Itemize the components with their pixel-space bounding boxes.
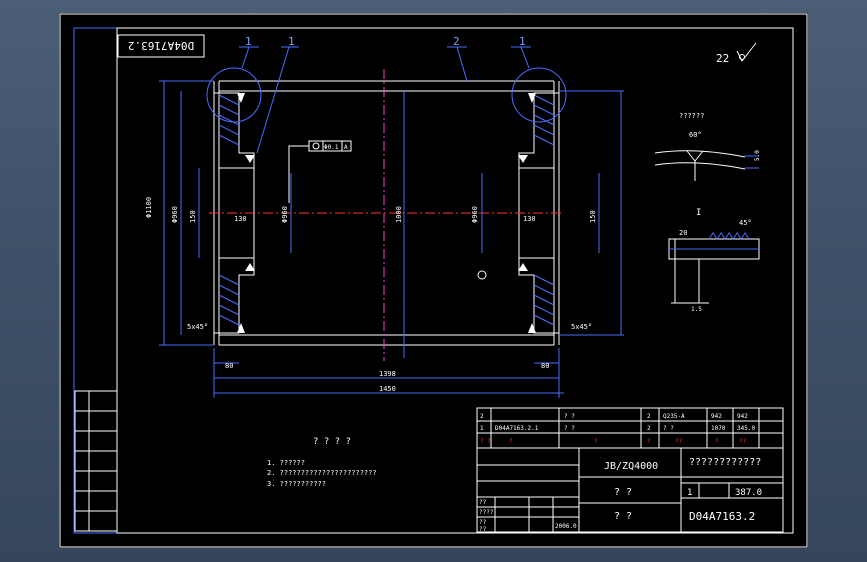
- dim-150-r: 150: [589, 210, 597, 223]
- cell-r2c5: ??: [675, 438, 683, 445]
- cell-r2c0: ? ?: [480, 438, 491, 445]
- detail-bevel: 45°: [739, 219, 752, 227]
- dim-80-l: 80: [225, 362, 233, 370]
- title-standard: JB/ZQ4000: [604, 461, 658, 472]
- callout-1a: 1: [245, 35, 252, 48]
- detail-root: 20: [679, 229, 687, 237]
- drawing-frame: D04A7163.2 22 1 1 2 1 Φ0.1 A Φ1100 Φ960 …: [59, 13, 808, 548]
- dim-dia-hub-l: Φ960: [281, 206, 289, 223]
- sign-row-4: ??: [479, 526, 487, 533]
- callout-2: 2: [453, 35, 460, 48]
- cell-r0c5: Q235-A: [663, 413, 685, 420]
- cell-r0c4: 2: [647, 413, 651, 420]
- revision-strip: [74, 390, 118, 532]
- callout-1c: 1: [519, 35, 526, 48]
- dim-1450: 1450: [379, 385, 396, 393]
- cell-r1c7: 345.0: [737, 425, 755, 432]
- cell-r1c0: 1: [480, 425, 484, 432]
- dim-chamfer-l: 5x45°: [187, 323, 208, 331]
- sign-row-2: ????: [479, 509, 494, 516]
- dim-150-l: 150: [189, 210, 197, 223]
- note-1: 1. ??????: [267, 459, 305, 467]
- title-sub: ? ?: [614, 487, 632, 498]
- callout-1b: 1: [288, 35, 295, 48]
- cell-r0c7: 942: [737, 413, 748, 420]
- dim-dia-inner: Φ960: [171, 206, 179, 223]
- inner-border: [73, 27, 794, 534]
- cell-r2c6: ?: [715, 438, 719, 445]
- dim-dia-hub-r: Φ960: [471, 206, 479, 223]
- sign-row-3: ??: [479, 519, 487, 526]
- tolerance-frame: Φ0.1 A: [288, 140, 352, 203]
- section-hatching: [218, 94, 555, 326]
- dim-130-l: 130: [234, 215, 247, 223]
- tolerance-value: Φ0.1: [324, 144, 339, 151]
- title-code: D04A7163.2: [689, 510, 755, 523]
- cell-r1c6: 1070: [711, 425, 726, 432]
- notes-title: ? ? ? ?: [313, 437, 351, 447]
- note-2: 2. ???????????????????????: [267, 469, 377, 477]
- detail-callouts: [206, 46, 567, 154]
- rotated-code-box: D04A7163.2: [117, 34, 205, 58]
- dim-1398: 1398: [379, 370, 396, 378]
- cell-r0c6: 942: [711, 413, 722, 420]
- detail-view-label: I: [696, 208, 701, 218]
- title-date: 2006.0: [555, 523, 577, 530]
- tolerance-datum: A: [344, 144, 348, 151]
- title-scale: 1: [687, 488, 692, 498]
- weld-detail-upper: [654, 150, 759, 181]
- cell-r1c1: D04A7163.2.1: [495, 425, 539, 432]
- sign-row-1: ??: [479, 499, 487, 506]
- cell-r0c2: ? ?: [564, 413, 575, 420]
- cell-r2c7: ??: [739, 438, 747, 445]
- dim-80-r: 80: [541, 362, 549, 370]
- weld-detail-lower: [668, 232, 760, 304]
- detail-side-dim: 5.0: [754, 150, 761, 161]
- dim-1000: 1000: [395, 206, 403, 223]
- title-name: ????????????: [689, 457, 761, 468]
- datum-circle: [477, 270, 487, 280]
- note-3: 3. ???????????: [267, 480, 326, 488]
- cell-r1c5: ? ?: [663, 425, 674, 432]
- surface-finish-symbol: 22: [716, 42, 757, 65]
- cell-r0c0: 2: [480, 413, 484, 420]
- sign-rows: ?? ???? ?? ??: [479, 499, 494, 533]
- cell-r2c4: ?: [647, 438, 651, 445]
- detail-sub: 1.5: [691, 306, 702, 313]
- title-sub2: ? ?: [614, 511, 632, 522]
- center-lines: [209, 69, 564, 361]
- cell-r1c4: 2: [647, 425, 651, 432]
- rotated-code: D04A7163.2: [128, 39, 194, 52]
- title-weight: 387.0: [735, 488, 762, 498]
- cell-r2c1: ?: [509, 438, 513, 445]
- dim-chamfer-r: 5x45°: [571, 323, 592, 331]
- detail-angle: 60°: [689, 131, 702, 139]
- surface-finish-value: 22: [716, 52, 729, 65]
- dim-dia-outer: Φ1100: [145, 197, 153, 218]
- dim-130-r: 130: [523, 215, 536, 223]
- detail-label: ??????: [679, 112, 704, 120]
- cell-r2c2: ?: [594, 438, 598, 445]
- drawing-canvas: D04A7163.2 22 1 1 2 1 Φ0.1 A Φ1100 Φ960 …: [59, 13, 808, 548]
- parts-table-cells: 2 ? ? 2 Q235-A 942 942 1 D04A7163.2.1 ? …: [480, 413, 755, 445]
- cell-r1c2: ? ?: [564, 425, 575, 432]
